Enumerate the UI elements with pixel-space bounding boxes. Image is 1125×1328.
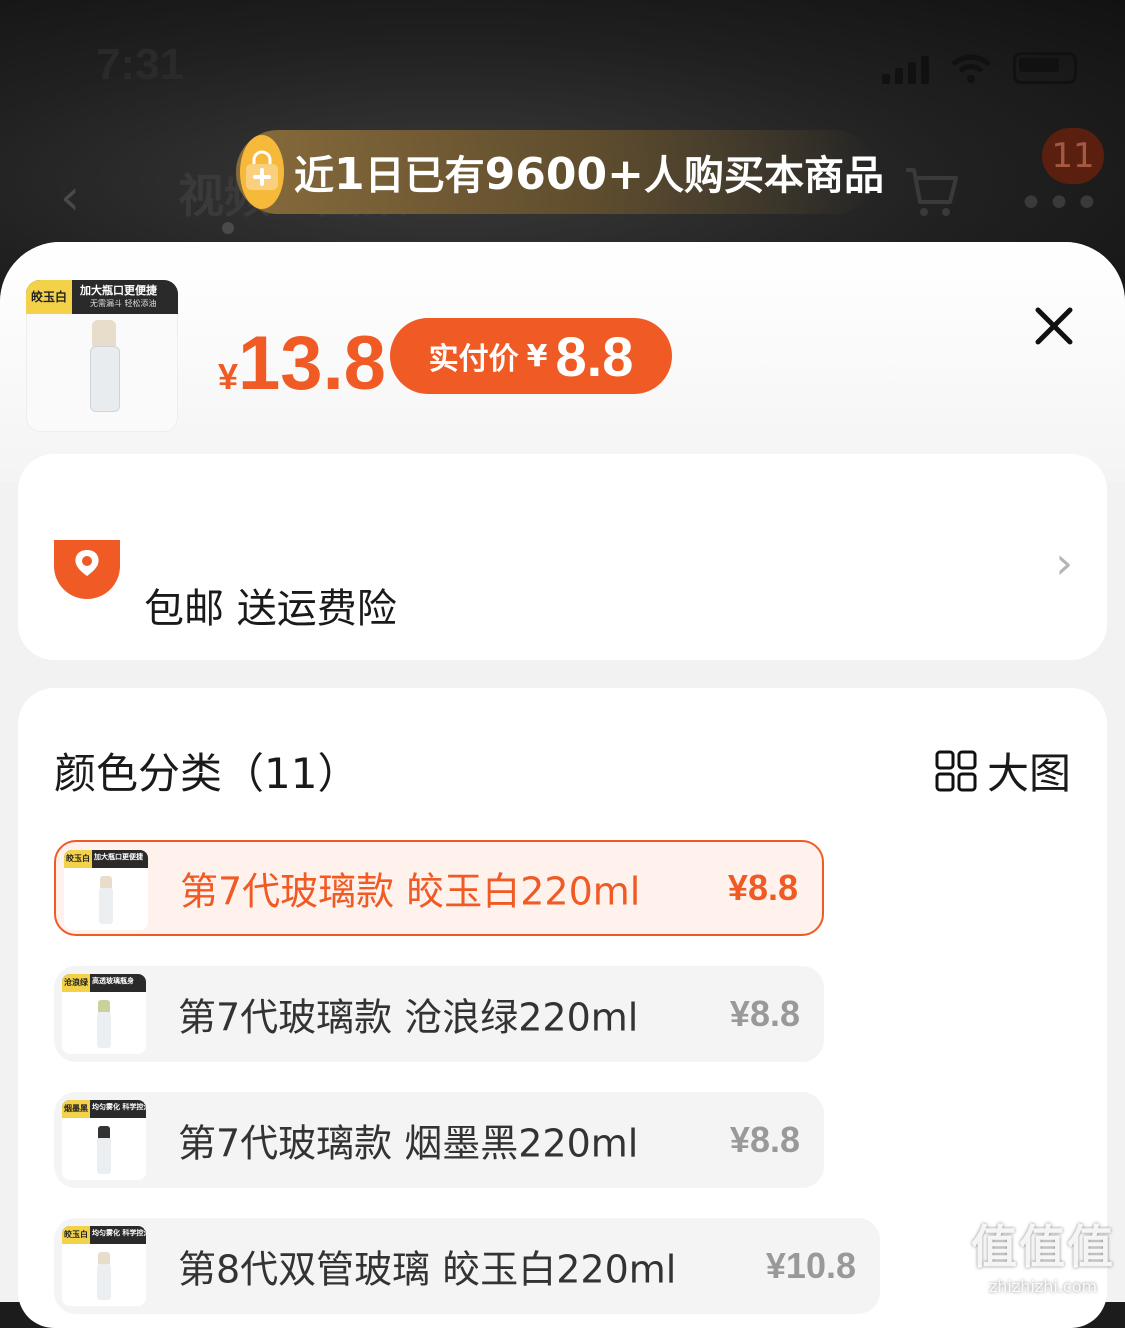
- battery-icon: [1013, 52, 1077, 84]
- price-original: ¥13.8: [218, 321, 386, 406]
- watermark-url: zhizhizhi.com: [988, 1277, 1098, 1296]
- cart-badge: 11: [1042, 128, 1104, 184]
- grid-icon: [935, 750, 977, 791]
- purchase-promo-banner: 近1日已有9600+人购买本商品: [236, 130, 884, 214]
- option-thumbnail: 皎玉白 均匀雾化 科学控油: [62, 1226, 146, 1306]
- big-image-label: 大图: [986, 749, 1071, 798]
- location-pin-icon: [54, 540, 120, 599]
- status-icons: [882, 52, 1077, 84]
- tab-indicator: [222, 222, 234, 234]
- color-option-3[interactable]: 烟墨黑 均匀雾化 科学控油 第7代玻璃款 烟墨黑220ml ¥8.8: [54, 1092, 824, 1188]
- option-thumbnail: 沧浪绿 高透玻璃瓶身: [62, 974, 146, 1054]
- thumb-tag: 皎玉白: [26, 280, 72, 314]
- color-option-1[interactable]: 皎玉白 加大瓶口更便捷 第7代玻璃款 皎玉白220ml ¥8.8: [54, 840, 824, 936]
- back-icon[interactable]: ‹: [60, 168, 80, 226]
- signal-icon: [882, 56, 929, 84]
- status-time: 7:31: [96, 40, 185, 89]
- option-price: ¥8.8: [727, 867, 798, 908]
- sku-sheet: 皎玉白 加大瓶口更便捷 无需漏斗 轻松添油 ¥13.8 实付价 ¥ 8.8 包邮…: [0, 242, 1125, 1328]
- watermark-logo: 值值值: [971, 1220, 1115, 1274]
- promo-text: 近1日已有9600+人购买本商品: [294, 149, 884, 200]
- product-thumbnail[interactable]: 皎玉白 加大瓶口更便捷 无需漏斗 轻松添油: [26, 280, 178, 432]
- more-icon[interactable]: •••: [1018, 178, 1102, 229]
- close-icon[interactable]: [1030, 302, 1078, 350]
- color-category-title: 颜色分类（11）: [54, 749, 360, 798]
- option-label: 第7代玻璃款 沧浪绿220ml: [178, 995, 639, 1040]
- thumb-subtitle: 无需漏斗 轻松添油: [90, 299, 157, 308]
- color-option-2[interactable]: 沧浪绿 高透玻璃瓶身 第7代玻璃款 沧浪绿220ml ¥8.8: [54, 966, 824, 1062]
- option-thumbnail: 皎玉白 加大瓶口更便捷: [64, 850, 148, 930]
- option-label: 第8代双管玻璃 皎玉白220ml: [178, 1247, 677, 1292]
- cart-icon[interactable]: [902, 162, 960, 220]
- color-option-4[interactable]: 皎玉白 均匀雾化 科学控油 第8代双管玻璃 皎玉白220ml ¥10.8: [54, 1218, 880, 1314]
- actual-price-badge: 实付价 ¥ 8.8: [390, 318, 672, 394]
- option-thumbnail: 烟墨黑 均匀雾化 科学控油: [62, 1100, 146, 1180]
- color-options-card: 颜色分类（11） 大图 皎玉白 加大瓶口更便捷 第7代玻璃款 皎玉白220ml …: [18, 688, 1107, 1328]
- option-price: ¥8.8: [729, 1119, 800, 1160]
- option-label: 第7代玻璃款 烟墨黑220ml: [178, 1121, 639, 1166]
- option-price: ¥10.8: [765, 1245, 856, 1286]
- thumb-title: 加大瓶口更便捷: [80, 284, 157, 297]
- wifi-icon: [951, 54, 991, 83]
- shopping-bag-icon: [240, 135, 284, 209]
- big-image-toggle[interactable]: 大图: [935, 740, 1071, 801]
- option-label: 第7代玻璃款 皎玉白220ml: [180, 869, 641, 914]
- shipping-card[interactable]: 包邮 送运费险 ›: [18, 454, 1107, 660]
- site-watermark: 值值值 zhizhizhi.com: [971, 1211, 1115, 1296]
- chevron-right-icon: ›: [1055, 538, 1073, 589]
- shipping-text: 包邮 送运费险: [144, 586, 397, 632]
- option-price: ¥8.8: [729, 993, 800, 1034]
